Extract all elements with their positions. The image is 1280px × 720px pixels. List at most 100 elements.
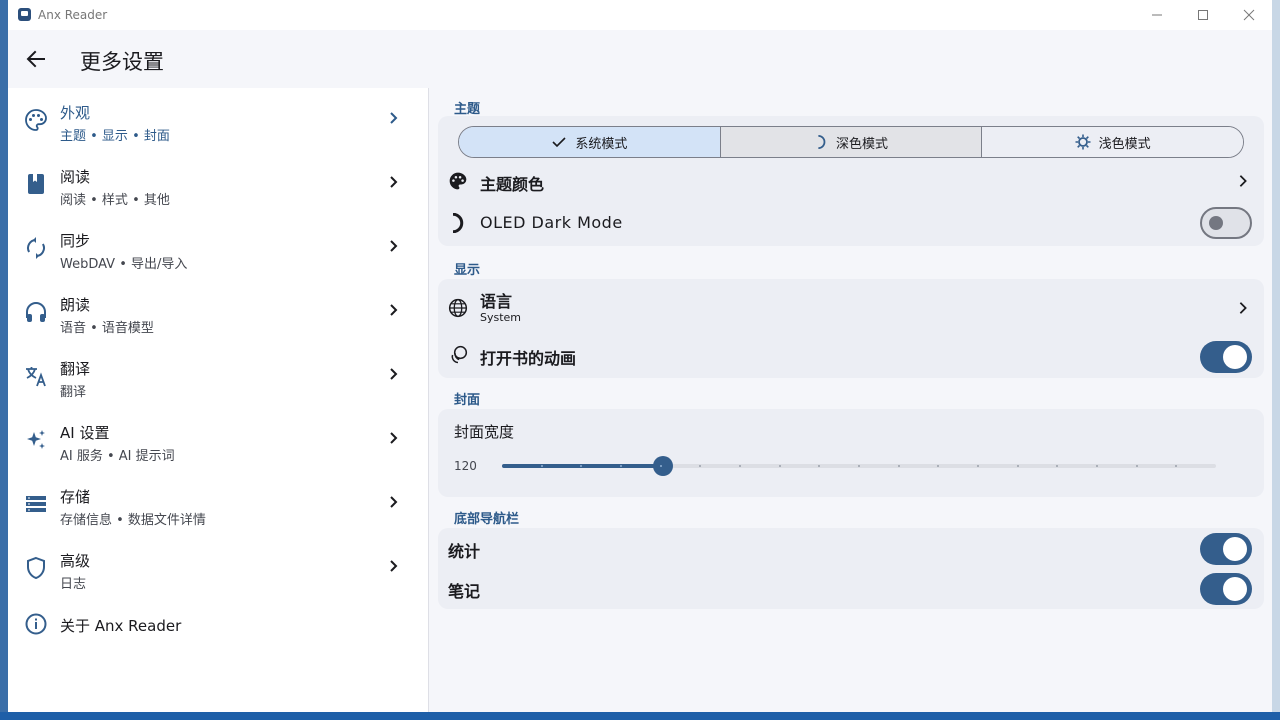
bottom-nav-label: 统计 (448, 542, 481, 561)
language-value: System (480, 311, 522, 324)
theme-mode-light[interactable]: 浅色模式 (982, 127, 1243, 157)
taskbar-edge (0, 712, 1280, 720)
nav-label: 阅读 (60, 168, 91, 186)
nav-sub: 主题 • 显示 • 封面 (60, 129, 170, 144)
book-animation-label: 打开书的动画 (480, 349, 577, 368)
theme-mode-system[interactable]: 系统模式 (459, 127, 721, 157)
nav-item-translate[interactable]: 翻译 翻译 (8, 344, 429, 408)
translate-icon (26, 367, 46, 387)
close-icon (1243, 9, 1255, 21)
slider-tick (1016, 465, 1019, 467)
nav-item-about[interactable]: 关于 Anx Reader (8, 600, 429, 648)
headphones-icon (26, 302, 46, 322)
chevron-right-icon (390, 240, 398, 252)
slider-tick (659, 465, 662, 467)
nav-item-tts[interactable]: 朗读 语音 • 语音模型 (8, 280, 429, 344)
theme-card: 系统模式 深色模式 浅色模式 主题颜色 OLED Dark Mode (438, 116, 1264, 246)
book-icon (28, 174, 44, 194)
nav-label: 同步 (60, 232, 91, 250)
slider-tick (1135, 465, 1138, 467)
slider-tick (1096, 465, 1098, 467)
chevron-right-icon (390, 176, 398, 188)
nav-item-reading[interactable]: 阅读 阅读 • 样式 • 其他 (8, 152, 429, 216)
slider-active-track (502, 464, 663, 468)
storage-icon (26, 496, 46, 512)
nav-sub: AI 服务 • AI 提示词 (60, 449, 175, 464)
chevron-right-icon (390, 496, 398, 508)
slider-tick (739, 465, 741, 467)
language-row[interactable]: 语言 System (438, 279, 1264, 335)
cover-card: 封面宽度 120 (438, 409, 1264, 497)
app-logo-icon (18, 8, 31, 21)
cover-width-label: 封面宽度 (454, 423, 515, 441)
chevron-right-icon (390, 368, 398, 380)
book-animation-toggle[interactable] (1200, 341, 1252, 373)
slider-tick (540, 465, 543, 467)
section-title-cover: 封面 (454, 393, 481, 408)
toggle-knob (1223, 577, 1247, 601)
toggle-knob (1223, 345, 1247, 369)
minimize-icon (1152, 14, 1162, 16)
page-title: 更多设置 (80, 50, 164, 74)
maximize-icon (1198, 10, 1208, 20)
book-animation-row: 打开书的动画 (438, 335, 1264, 378)
notes-toggle[interactable] (1200, 573, 1252, 605)
nav-item-storage[interactable]: 存储 存储信息 • 数据文件详情 (8, 472, 429, 536)
sparkle-icon (27, 430, 45, 449)
sync-icon (27, 237, 45, 259)
chevron-right-icon (390, 304, 398, 316)
theme-mode-label: 深色模式 (836, 136, 889, 152)
nav-item-ai[interactable]: AI 设置 AI 服务 • AI 提示词 (8, 408, 429, 472)
nav-sub: WebDAV • 导出/导入 (60, 257, 188, 272)
nav-label: 存储 (60, 488, 91, 506)
palette-icon (449, 172, 467, 190)
slider-tick (778, 465, 781, 467)
nav-sub: 翻译 (60, 385, 87, 400)
bottom-nav-row-notes: 笔记 (438, 569, 1264, 609)
chevron-right-icon (1239, 302, 1247, 314)
oled-toggle[interactable] (1200, 207, 1252, 239)
window-title: Anx Reader (38, 8, 108, 22)
nav-item-advanced[interactable]: 高级 日志 (8, 536, 429, 600)
oled-label: OLED Dark Mode (480, 213, 623, 232)
arrow-back-icon (26, 50, 45, 68)
nav-sub: 存储信息 • 数据文件详情 (60, 513, 206, 528)
toggle-knob (1223, 537, 1247, 561)
nav-label: 关于 Anx Reader (60, 617, 182, 635)
chevron-right-icon (390, 432, 398, 444)
nav-item-sync[interactable]: 同步 WebDAV • 导出/导入 (8, 216, 429, 280)
stats-toggle[interactable] (1200, 533, 1252, 565)
section-title-display: 显示 (454, 263, 481, 278)
nav-item-appearance[interactable]: 外观 主题 • 显示 • 封面 (8, 88, 429, 152)
sun-gear-icon (1075, 134, 1091, 150)
minimize-button[interactable] (1134, 0, 1180, 30)
section-title-bottom-nav: 底部导航栏 (454, 512, 520, 527)
app-window: Anx Reader 更多设置 外观 主题 • 显示 • 封面 阅读 阅读 • … (8, 0, 1272, 712)
bottom-nav-row-stats: 统计 (438, 528, 1264, 569)
nav-label: 外观 (60, 104, 91, 122)
settings-nav: 外观 主题 • 显示 • 封面 阅读 阅读 • 样式 • 其他 同步 WebDA… (8, 88, 429, 712)
display-card: 语言 System 打开书的动画 (438, 279, 1264, 378)
theme-mode-dark[interactable]: 深色模式 (720, 127, 983, 157)
theme-color-row[interactable]: 主题颜色 (438, 162, 1264, 200)
title-bar: Anx Reader (8, 0, 1272, 30)
oled-row: OLED Dark Mode (438, 200, 1264, 246)
settings-content: 主题 系统模式 深色模式 浅色模式 主题颜色 OLED Dark Mode 显示… (430, 88, 1272, 712)
maximize-button[interactable] (1180, 0, 1226, 30)
info-icon (25, 613, 47, 635)
slider-tick (620, 465, 622, 467)
cover-width-value: 120 (454, 459, 477, 473)
nav-sub: 阅读 • 样式 • 其他 (60, 193, 170, 208)
slider-tick (858, 465, 860, 467)
theme-color-label: 主题颜色 (480, 175, 545, 194)
moon-icon (818, 135, 826, 149)
nav-label: AI 设置 (60, 424, 110, 442)
cover-width-slider[interactable] (502, 456, 1216, 476)
nav-label: 高级 (60, 552, 91, 570)
slider-thumb[interactable] (652, 456, 673, 476)
slider-tick (699, 465, 702, 467)
moon-icon (452, 213, 464, 233)
close-button[interactable] (1226, 0, 1272, 30)
check-icon (552, 137, 566, 148)
back-button[interactable] (24, 47, 48, 71)
